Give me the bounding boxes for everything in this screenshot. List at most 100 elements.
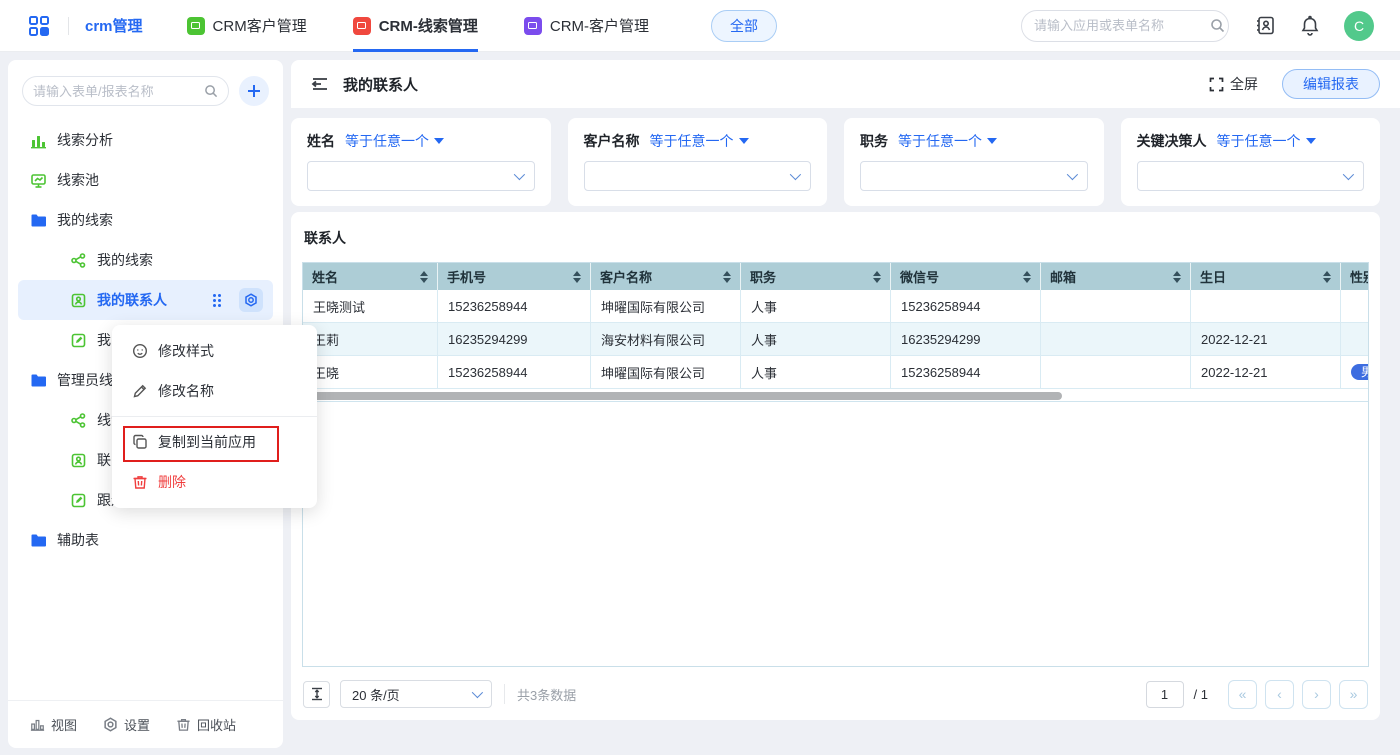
contacts-table: 姓名 手机号 客户名称 职务 微信号 邮箱 生日 性别 王晓测试 1523625…	[302, 262, 1369, 667]
filter-bar: 姓名 等于任意一个 客户名称 等于任意一个 职务 等于任意一个 关键决策人 等于…	[291, 118, 1380, 206]
chart-icon	[30, 132, 47, 149]
folder-icon	[30, 212, 47, 229]
menu-item-copy-to-app[interactable]: 复制到当前应用	[112, 422, 317, 462]
sidebar-search	[22, 76, 229, 106]
total-count-text: 共3条数据	[517, 685, 576, 704]
table-header-row: 姓名 手机号 客户名称 职务 微信号 邮箱 生日 性别	[303, 263, 1368, 290]
folder-icon	[30, 372, 47, 389]
sidebar-folder-auxiliary[interactable]: 辅助表	[8, 520, 283, 560]
sort-icon[interactable]	[1173, 271, 1181, 283]
add-form-button[interactable]	[239, 76, 269, 106]
filter-card-decision-maker: 关键决策人 等于任意一个	[1121, 118, 1381, 206]
global-search	[1021, 10, 1229, 42]
first-page-button[interactable]: «	[1228, 680, 1257, 709]
tab-crm-lead-mgmt[interactable]: CRM-线索管理	[353, 0, 478, 52]
collapse-sidebar-icon[interactable]	[311, 76, 329, 92]
views-button[interactable]: 视图	[30, 715, 77, 734]
table-title: 联系人	[304, 228, 346, 248]
drag-handle-icon[interactable]	[213, 294, 221, 307]
recycle-bin-button[interactable]: 回收站	[176, 715, 236, 734]
search-icon	[1210, 18, 1225, 33]
sidebar-item-lead-pool[interactable]: 线索池	[8, 160, 283, 200]
divider	[68, 17, 69, 35]
sidebar-item-my-contacts[interactable]: 我的联系人	[18, 280, 273, 320]
sidebar-folder-my-leads[interactable]: 我的线索	[8, 200, 283, 240]
sort-icon[interactable]	[723, 271, 731, 283]
filter-value-select[interactable]	[307, 161, 535, 191]
chevron-down-icon	[790, 169, 801, 180]
fullscreen-button[interactable]: 全屏	[1209, 74, 1258, 94]
filter-card-name: 姓名 等于任意一个	[291, 118, 551, 206]
caret-down-icon	[739, 138, 749, 144]
link-icon	[70, 412, 87, 429]
form-icon	[70, 492, 87, 509]
column-header-phone[interactable]: 手机号	[438, 263, 591, 290]
sort-icon[interactable]	[573, 271, 581, 283]
column-header-wechat[interactable]: 微信号	[891, 263, 1041, 290]
search-icon	[204, 84, 218, 98]
sidebar-search-input[interactable]	[33, 84, 204, 99]
link-icon	[70, 252, 87, 269]
prev-page-button[interactable]: ‹	[1265, 680, 1294, 709]
contact-icon	[70, 292, 87, 309]
column-header-customer[interactable]: 客户名称	[591, 263, 741, 290]
user-avatar[interactable]: C	[1344, 11, 1374, 41]
settings-button[interactable]: 设置	[103, 715, 150, 734]
horizontal-scrollbar[interactable]	[304, 392, 1062, 400]
chevron-down-icon	[472, 687, 483, 698]
table-row: 王晓测试 15236258944 坤曜国际有限公司 人事 15236258944	[303, 290, 1368, 323]
sidebar-item-lead-analysis[interactable]: 线索分析	[8, 120, 283, 160]
app-brand[interactable]: crm管理	[85, 15, 143, 36]
sort-icon[interactable]	[1023, 271, 1031, 283]
column-header-job[interactable]: 职务	[741, 263, 891, 290]
tab-crm-customer-mgmt2[interactable]: CRM-客户管理	[524, 0, 649, 52]
sort-icon[interactable]	[1323, 271, 1331, 283]
column-header-email[interactable]: 邮箱	[1041, 263, 1191, 290]
filter-value-select[interactable]	[584, 161, 812, 191]
sort-icon[interactable]	[873, 271, 881, 283]
filter-condition-dropdown[interactable]: 等于任意一个	[345, 131, 444, 151]
top-navbar: crm管理 CRM客户管理 CRM-线索管理 CRM-客户管理 全部	[0, 0, 1400, 52]
last-page-button[interactable]: »	[1339, 680, 1368, 709]
column-header-gender[interactable]: 性别	[1341, 263, 1369, 290]
views-icon	[30, 717, 45, 732]
chevron-down-icon	[513, 169, 524, 180]
sidebar-footer: 视图 设置 回收站	[8, 700, 283, 748]
global-search-input[interactable]	[1034, 18, 1210, 33]
tab-crm-customer-mgmt[interactable]: CRM客户管理	[187, 0, 307, 52]
apps-grid-icon[interactable]	[26, 13, 52, 39]
edit-report-button[interactable]: 编辑报表	[1282, 69, 1380, 99]
sidebar-item-my-leads[interactable]: 我的线索	[8, 240, 283, 280]
caret-down-icon	[434, 138, 444, 144]
filter-condition-dropdown[interactable]: 等于任意一个	[650, 131, 749, 151]
bell-icon[interactable]	[1300, 15, 1320, 36]
column-header-birthday[interactable]: 生日	[1191, 263, 1341, 290]
purple-app-icon	[524, 17, 542, 35]
filter-value-select[interactable]	[1137, 161, 1365, 191]
filter-card-job: 职务 等于任意一个	[844, 118, 1104, 206]
form-settings-gear-icon[interactable]	[239, 288, 263, 312]
menu-item-rename[interactable]: 修改名称	[112, 371, 317, 411]
copy-icon	[132, 434, 148, 450]
filter-condition-dropdown[interactable]: 等于任意一个	[1217, 131, 1316, 151]
menu-item-delete[interactable]: 删除	[112, 462, 317, 502]
all-apps-button[interactable]: 全部	[711, 10, 777, 42]
column-header-name[interactable]: 姓名	[303, 263, 438, 290]
divider	[504, 684, 505, 704]
caret-down-icon	[1306, 138, 1316, 144]
contact-icon	[70, 452, 87, 469]
divider	[112, 416, 317, 417]
row-height-button[interactable]	[303, 681, 330, 708]
filter-condition-dropdown[interactable]: 等于任意一个	[898, 131, 997, 151]
current-page-input[interactable]: 1	[1146, 681, 1184, 708]
gender-badge: 男	[1351, 364, 1369, 380]
page-size-select[interactable]: 20 条/页	[340, 680, 492, 708]
contacts-book-icon[interactable]	[1255, 15, 1276, 36]
next-page-button[interactable]: ›	[1302, 680, 1331, 709]
pencil-icon	[132, 383, 148, 399]
filter-value-select[interactable]	[860, 161, 1088, 191]
menu-item-edit-style[interactable]: 修改样式	[112, 331, 317, 371]
filter-card-customer: 客户名称 等于任意一个	[568, 118, 828, 206]
sort-icon[interactable]	[420, 271, 428, 283]
fullscreen-icon	[1209, 77, 1224, 92]
